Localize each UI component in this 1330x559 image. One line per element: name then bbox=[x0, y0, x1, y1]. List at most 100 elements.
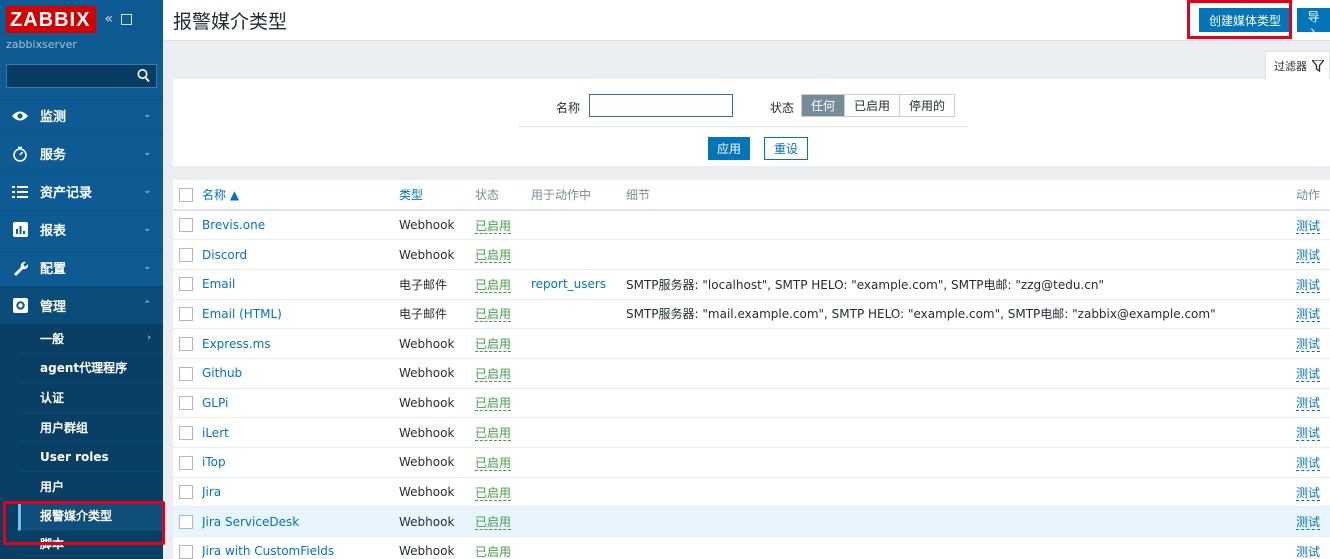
test-link[interactable]: 测试 bbox=[1296, 366, 1321, 382]
row-checkbox[interactable] bbox=[179, 544, 193, 559]
submenu-proxies[interactable]: agent代理程序 bbox=[18, 354, 163, 384]
row-checkbox[interactable] bbox=[179, 247, 193, 262]
menu-item-services[interactable]: 服务 ⌄ bbox=[0, 134, 163, 172]
submenu-users[interactable]: 用户 bbox=[18, 472, 163, 502]
row-checkbox[interactable] bbox=[179, 396, 193, 411]
media-type-name-link[interactable]: iLert bbox=[202, 426, 229, 440]
status-option-enabled[interactable]: 已启用 bbox=[845, 95, 901, 116]
status-cell: 已启用 bbox=[475, 477, 531, 508]
select-all-checkbox[interactable] bbox=[179, 187, 193, 202]
media-type-name-link[interactable]: Email (HTML) bbox=[202, 307, 282, 321]
import-button[interactable]: 导入 bbox=[1297, 8, 1330, 41]
collapse-sidebar-icon[interactable]: « bbox=[104, 11, 113, 27]
row-checkbox[interactable] bbox=[179, 336, 193, 351]
kiosk-mode-icon[interactable] bbox=[121, 13, 133, 25]
chevron-right-icon: › bbox=[147, 333, 151, 344]
media-type-name-link[interactable]: Jira ServiceDesk bbox=[202, 515, 299, 529]
status-toggle-link[interactable]: 已启用 bbox=[475, 396, 512, 412]
column-header-details: 细节 bbox=[626, 180, 1296, 211]
status-toggle-link[interactable]: 已启用 bbox=[475, 307, 512, 323]
create-media-type-button[interactable]: 创建媒体类型 bbox=[1199, 8, 1292, 32]
status-toggle-link[interactable]: 已启用 bbox=[475, 485, 512, 501]
status-toggle-link[interactable]: 已启用 bbox=[475, 426, 512, 442]
status-option-any[interactable]: 任何 bbox=[802, 95, 846, 116]
filter-name-input[interactable] bbox=[589, 94, 733, 117]
type-cell: Webhook bbox=[399, 358, 475, 389]
media-type-name-link[interactable]: iTop bbox=[202, 455, 226, 469]
media-type-name-link[interactable]: Discord bbox=[202, 248, 247, 262]
media-type-name-link[interactable]: Jira bbox=[202, 485, 221, 499]
status-cell: 已启用 bbox=[475, 536, 531, 559]
apply-button[interactable]: 应用 bbox=[708, 137, 751, 160]
filter-divider bbox=[518, 126, 968, 127]
table-row: iLert Webhook 已启用 测试 bbox=[173, 417, 1330, 448]
column-header-status: 状态 bbox=[475, 180, 531, 211]
submenu-general[interactable]: 一般 › bbox=[18, 324, 163, 354]
test-link[interactable]: 测试 bbox=[1296, 248, 1321, 264]
test-link[interactable]: 测试 bbox=[1296, 426, 1321, 442]
row-checkbox[interactable] bbox=[179, 307, 193, 322]
row-checkbox[interactable] bbox=[179, 277, 193, 292]
status-toggle-link[interactable]: 已启用 bbox=[475, 248, 512, 264]
sidebar-search-input[interactable] bbox=[7, 65, 156, 87]
zabbix-logo[interactable]: ZABBIX bbox=[6, 5, 97, 33]
test-link[interactable]: 测试 bbox=[1296, 455, 1321, 471]
test-link[interactable]: 测试 bbox=[1296, 396, 1321, 412]
menu-item-reports[interactable]: 报表 ⌄ bbox=[0, 210, 163, 248]
status-cell: 已启用 bbox=[475, 417, 531, 448]
row-checkbox[interactable] bbox=[179, 485, 193, 500]
status-toggle-link[interactable]: 已启用 bbox=[475, 366, 512, 382]
details-cell: SMTP服务器: "localhost", SMTP HELO: "exampl… bbox=[626, 269, 1296, 300]
name-cell: Discord bbox=[202, 239, 399, 270]
status-option-disabled[interactable]: 停用的 bbox=[900, 95, 955, 116]
test-link[interactable]: 测试 bbox=[1296, 515, 1321, 531]
submenu-user-groups[interactable]: 用户群组 bbox=[18, 413, 163, 443]
status-toggle-link[interactable]: 已启用 bbox=[475, 277, 512, 293]
sidebar: ZABBIX « zabbixserver 监测 ⌄ 服务 ⌄ 资产记录 ⌄ 报… bbox=[0, 0, 163, 559]
media-type-name-link[interactable]: Github bbox=[202, 366, 242, 380]
submenu-authentication[interactable]: 认证 bbox=[18, 383, 163, 413]
row-checkbox[interactable] bbox=[179, 514, 193, 529]
test-link[interactable]: 测试 bbox=[1296, 218, 1321, 234]
row-checkbox[interactable] bbox=[179, 366, 193, 381]
test-link[interactable]: 测试 bbox=[1296, 544, 1321, 559]
action-cell: 测试 bbox=[1296, 477, 1330, 508]
submenu-media-types[interactable]: 报警媒介类型 bbox=[18, 501, 163, 532]
status-toggle-link[interactable]: 已启用 bbox=[475, 218, 512, 234]
media-type-name-link[interactable]: Brevis.one bbox=[202, 218, 265, 232]
menu-item-administration[interactable]: 管理 ⌃ bbox=[0, 286, 163, 324]
menu-item-inventory[interactable]: 资产记录 ⌄ bbox=[0, 172, 163, 210]
row-select-cell bbox=[173, 239, 202, 270]
media-type-name-link[interactable]: Jira with CustomFields bbox=[202, 544, 334, 558]
reset-button[interactable]: 重设 bbox=[764, 137, 809, 160]
submenu-scripts[interactable]: 脚本 bbox=[18, 531, 163, 557]
status-toggle-link[interactable]: 已启用 bbox=[475, 544, 512, 559]
test-link[interactable]: 测试 bbox=[1296, 307, 1321, 323]
test-link[interactable]: 测试 bbox=[1296, 277, 1321, 293]
filter-tab[interactable]: 过滤器 bbox=[1265, 51, 1330, 79]
status-toggle-link[interactable]: 已启用 bbox=[475, 455, 512, 471]
menu-item-configuration[interactable]: 配置 ⌄ bbox=[0, 248, 163, 286]
media-type-name-link[interactable]: GLPi bbox=[202, 396, 228, 410]
row-checkbox[interactable] bbox=[179, 218, 193, 233]
action-cell: 测试 bbox=[1296, 328, 1330, 359]
status-cell: 已启用 bbox=[475, 447, 531, 478]
test-link[interactable]: 测试 bbox=[1296, 337, 1321, 353]
media-type-name-link[interactable]: Express.ms bbox=[202, 337, 271, 351]
test-link[interactable]: 测试 bbox=[1296, 485, 1321, 501]
row-checkbox[interactable] bbox=[179, 455, 193, 470]
menu-item-monitoring[interactable]: 监测 ⌄ bbox=[0, 96, 163, 134]
column-header-name[interactable]: 名称 ▲ bbox=[202, 180, 399, 211]
row-checkbox[interactable] bbox=[179, 425, 193, 440]
status-toggle-link[interactable]: 已启用 bbox=[475, 337, 512, 353]
menu-item-label: 资产记录 bbox=[40, 186, 93, 201]
action-link[interactable]: report_users bbox=[531, 277, 606, 291]
status-toggle-link[interactable]: 已启用 bbox=[475, 515, 512, 531]
media-type-name-link[interactable]: Email bbox=[202, 277, 235, 291]
details-cell bbox=[626, 506, 1296, 538]
status-segmented-control: 任何 已启用 停用的 bbox=[801, 94, 956, 117]
used-in-actions-cell bbox=[531, 328, 626, 359]
search-icon[interactable] bbox=[137, 68, 150, 84]
submenu-user-roles[interactable]: User roles bbox=[18, 442, 163, 472]
column-header-type[interactable]: 类型 bbox=[399, 180, 475, 211]
